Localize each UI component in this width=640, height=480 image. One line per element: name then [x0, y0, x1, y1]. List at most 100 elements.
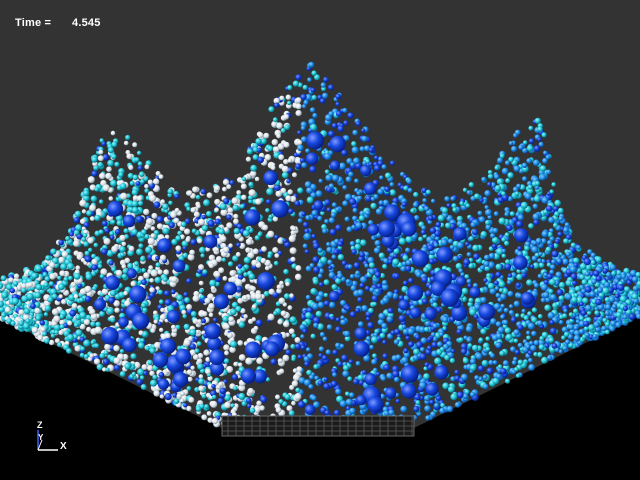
particle [252, 146, 259, 153]
particle [159, 394, 164, 399]
particle [384, 411, 389, 416]
particle [513, 300, 520, 307]
particle [384, 172, 392, 179]
particle [548, 288, 554, 294]
particle [94, 343, 100, 349]
particle [193, 211, 200, 218]
particle [423, 267, 429, 273]
particle [325, 349, 331, 355]
particle [162, 203, 169, 210]
particle [265, 199, 272, 205]
particle [162, 227, 170, 235]
particle [604, 281, 610, 288]
particle [354, 327, 367, 340]
particle [174, 193, 180, 199]
particle [31, 326, 39, 334]
particle [300, 125, 306, 131]
particle [382, 353, 388, 359]
particle [119, 371, 126, 377]
particle [545, 246, 552, 253]
particle [136, 215, 143, 223]
particle [277, 238, 283, 244]
particle [192, 295, 200, 302]
particle [368, 268, 376, 276]
particle [283, 293, 290, 300]
particle [222, 179, 230, 186]
particle [51, 308, 59, 316]
particle [176, 393, 182, 399]
particle [321, 355, 328, 361]
particle [229, 270, 236, 277]
particle [531, 330, 537, 337]
particle [287, 189, 293, 195]
particle [104, 227, 110, 234]
particle [467, 343, 473, 348]
particle [240, 368, 256, 384]
particle [595, 256, 602, 263]
particle [385, 401, 390, 407]
particle [521, 162, 528, 168]
particle [25, 318, 31, 324]
particle [558, 216, 564, 222]
particle [105, 275, 120, 290]
particle [244, 341, 262, 359]
particle [405, 247, 411, 253]
particle [239, 204, 245, 209]
particle [355, 395, 367, 406]
particle [468, 297, 474, 303]
particle [208, 263, 214, 269]
particle [515, 282, 521, 288]
particle [313, 322, 319, 328]
particle [186, 369, 193, 376]
particle [374, 240, 381, 247]
particle [306, 186, 314, 194]
particle [381, 279, 388, 286]
particle [345, 391, 350, 397]
particle [323, 377, 329, 382]
particle [387, 307, 394, 314]
particle [568, 312, 574, 317]
particle [172, 259, 186, 273]
particle [278, 154, 285, 161]
particle [486, 367, 494, 375]
particle [446, 203, 452, 208]
particle [217, 397, 225, 405]
particle [160, 199, 165, 204]
particle [291, 356, 296, 362]
particle [297, 187, 304, 194]
particle [257, 232, 263, 237]
particle [202, 311, 208, 317]
particle [444, 354, 450, 361]
particle [291, 226, 297, 231]
particle [201, 393, 207, 399]
particle [34, 264, 43, 273]
particle [294, 337, 301, 343]
particle [105, 172, 112, 180]
particle [144, 184, 149, 189]
particle [131, 371, 136, 377]
simulation-viewport[interactable]: Time = 4.545 Z Y X [0, 0, 640, 480]
particle [341, 354, 348, 362]
particle [1, 291, 9, 299]
particle [114, 307, 120, 313]
particle [221, 257, 227, 262]
particle [541, 132, 547, 138]
particle [48, 281, 54, 287]
particle [273, 310, 278, 316]
particle-scene[interactable] [0, 0, 640, 480]
particle [318, 178, 323, 184]
particle [324, 219, 329, 224]
particle [342, 200, 349, 207]
particle [520, 291, 534, 305]
particle [450, 348, 456, 354]
particle [203, 199, 210, 207]
particle [447, 238, 454, 244]
particle [332, 349, 338, 356]
particle [503, 307, 509, 313]
particle [152, 352, 169, 368]
particle [517, 359, 524, 366]
particle [122, 214, 136, 228]
particle [199, 294, 205, 300]
particle [310, 288, 318, 295]
particle [352, 207, 358, 213]
